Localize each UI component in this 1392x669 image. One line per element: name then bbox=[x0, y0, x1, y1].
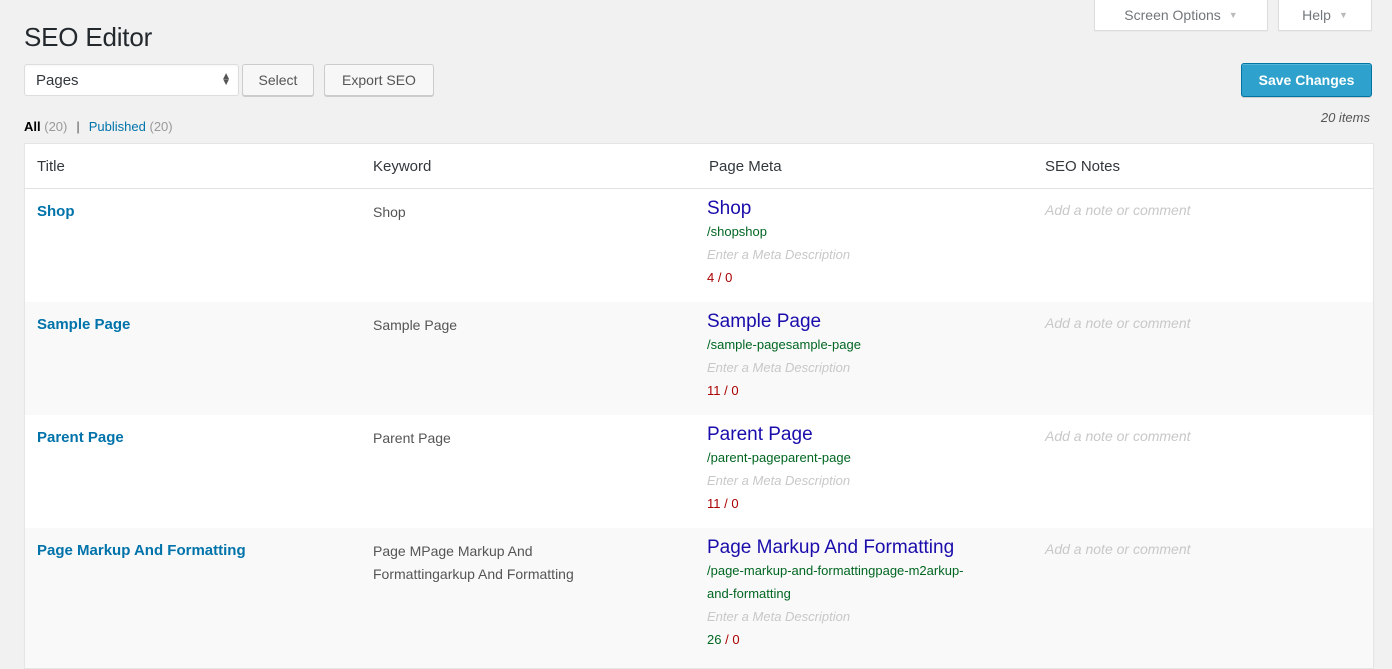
screen-meta-links: Screen Options ▼ Help ▼ bbox=[1094, 0, 1372, 31]
table-row: Page Markup And Formatting Page MPage Ma… bbox=[25, 527, 1373, 668]
meta-length-counter: 4 / 0 bbox=[707, 266, 1021, 289]
meta-title-preview[interactable]: Sample Page bbox=[707, 311, 1021, 333]
screen-options-label: Screen Options bbox=[1124, 7, 1221, 23]
filter-all-count: (20) bbox=[44, 119, 68, 134]
page-title-link[interactable]: Sample Page bbox=[37, 316, 130, 333]
select-button[interactable]: Select bbox=[242, 64, 314, 96]
up-down-arrows-icon: ▲ ▼ bbox=[221, 71, 231, 88]
seo-note-input[interactable]: Add a note or comment bbox=[1045, 428, 1361, 444]
page-title-link[interactable]: Page Markup And Formatting bbox=[37, 542, 246, 559]
save-changes-button[interactable]: Save Changes bbox=[1241, 63, 1372, 97]
meta-length-counter: 26 / 0 bbox=[707, 628, 1021, 651]
toolbar: Pages ▲ ▼ Select Export SEO bbox=[24, 64, 434, 96]
page-title: SEO Editor bbox=[24, 22, 153, 52]
screen-options-button[interactable]: Screen Options ▼ bbox=[1094, 0, 1268, 31]
export-seo-button[interactable]: Export SEO bbox=[324, 64, 434, 96]
meta-title-preview[interactable]: Shop bbox=[707, 198, 1021, 220]
post-type-select[interactable]: Pages ▲ ▼ bbox=[24, 64, 239, 96]
count-separator: / bbox=[721, 631, 733, 647]
meta-title-preview[interactable]: Page Markup And Formatting bbox=[707, 537, 1021, 559]
seo-note-input[interactable]: Add a note or comment bbox=[1045, 541, 1361, 557]
table-row: Shop Shop Shop /shopshop Enter a Meta De… bbox=[25, 188, 1373, 302]
meta-url-preview[interactable]: /sample-pagesample-page bbox=[707, 333, 1021, 356]
meta-length-counter: 11 / 0 bbox=[707, 492, 1021, 515]
caret-down-icon: ▼ bbox=[1338, 10, 1348, 20]
keyword-cell[interactable]: Shop bbox=[373, 201, 685, 224]
count-separator: / bbox=[720, 495, 732, 511]
table-row: Parent Page Parent Page Parent Page /par… bbox=[25, 414, 1373, 528]
table-header-row: Title Keyword Page Meta SEO Notes bbox=[25, 144, 1373, 189]
filter-separator: | bbox=[76, 119, 80, 134]
meta-url-preview[interactable]: /parent-pageparent-page bbox=[707, 446, 1021, 469]
page-title-link[interactable]: Shop bbox=[37, 203, 75, 220]
page-title-link[interactable]: Parent Page bbox=[37, 429, 124, 446]
title-length: 11 bbox=[707, 495, 721, 511]
column-header-keyword: Keyword bbox=[361, 144, 697, 189]
seo-table: Title Keyword Page Meta SEO Notes Shop S… bbox=[25, 144, 1373, 668]
meta-url-preview[interactable]: /shopshop bbox=[707, 220, 1021, 243]
meta-description-input[interactable]: Enter a Meta Description bbox=[707, 356, 1021, 379]
title-length: 26 bbox=[707, 631, 722, 647]
filter-all-link[interactable]: All (20) bbox=[24, 119, 67, 134]
description-length: 0 bbox=[732, 631, 740, 647]
meta-url-preview[interactable]: /page-markup-and-formattingpage-m2arkup-… bbox=[707, 559, 969, 605]
column-header-seo-notes: SEO Notes bbox=[1033, 144, 1373, 189]
keyword-cell[interactable]: Sample Page bbox=[373, 314, 685, 337]
help-label: Help bbox=[1302, 7, 1331, 23]
column-header-page-meta: Page Meta bbox=[697, 144, 1033, 189]
column-header-title: Title bbox=[25, 144, 361, 189]
post-type-select-value: Pages bbox=[36, 71, 79, 89]
keyword-cell[interactable]: Parent Page bbox=[373, 427, 685, 450]
meta-description-input[interactable]: Enter a Meta Description bbox=[707, 243, 1021, 266]
count-separator: / bbox=[720, 382, 732, 398]
meta-description-input[interactable]: Enter a Meta Description bbox=[707, 469, 1021, 492]
keyword-cell[interactable]: Page MPage Markup And Formattingarkup An… bbox=[373, 540, 633, 586]
description-length: 0 bbox=[731, 495, 739, 511]
status-filter-links: All (20) | Published (20) bbox=[24, 119, 173, 134]
title-length: 11 bbox=[707, 382, 721, 398]
description-length: 0 bbox=[731, 382, 739, 398]
meta-title-preview[interactable]: Parent Page bbox=[707, 424, 1021, 446]
help-button[interactable]: Help ▼ bbox=[1278, 0, 1372, 31]
meta-length-counter: 11 / 0 bbox=[707, 379, 1021, 402]
seo-note-input[interactable]: Add a note or comment bbox=[1045, 202, 1361, 218]
filter-published-label: Published bbox=[88, 119, 146, 134]
meta-description-input[interactable]: Enter a Meta Description bbox=[707, 605, 1021, 628]
caret-down-icon: ▼ bbox=[1228, 10, 1238, 20]
filter-published-count: (20) bbox=[149, 119, 173, 134]
seo-table-container: Title Keyword Page Meta SEO Notes Shop S… bbox=[24, 143, 1374, 669]
table-row: Sample Page Sample Page Sample Page /sam… bbox=[25, 301, 1373, 415]
description-length: 0 bbox=[725, 270, 733, 285]
filter-published-link[interactable]: Published (20) bbox=[89, 119, 173, 134]
filter-all-label: All bbox=[24, 119, 41, 134]
items-count: 20 items bbox=[1320, 110, 1370, 125]
seo-note-input[interactable]: Add a note or comment bbox=[1045, 315, 1361, 331]
count-separator: / bbox=[714, 270, 726, 285]
